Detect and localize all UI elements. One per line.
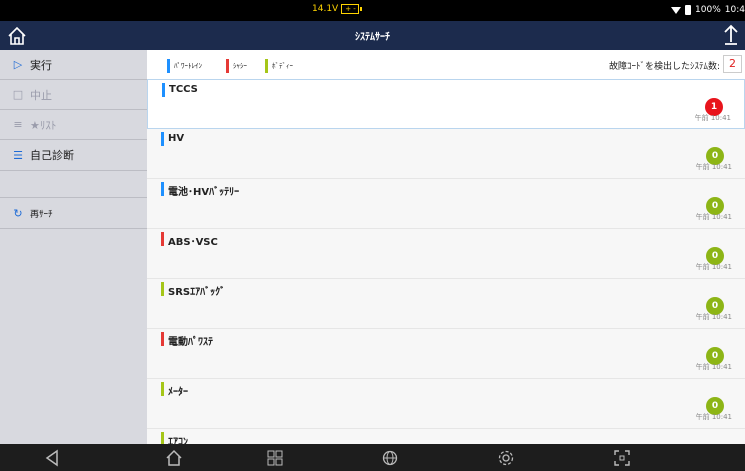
battery-percent: 100% xyxy=(695,5,721,15)
category-marker xyxy=(161,232,164,246)
sidebar-item-label: 実行 xyxy=(30,58,52,72)
legend-powertrain: ﾊﾟﾜｰﾄﾚｲﾝ xyxy=(167,59,202,73)
system-name: ﾒｰﾀｰ xyxy=(168,387,188,398)
legend-swatch xyxy=(265,59,268,73)
scan-time: 午前 10:41 xyxy=(694,114,731,122)
sidebar-spacer xyxy=(0,171,147,198)
globe-icon[interactable] xyxy=(380,448,400,468)
page-title: ｼｽﾃﾑｻｰﾁ xyxy=(355,32,390,43)
legend-row: ﾊﾟﾜｰﾄﾚｲﾝ ｼｬｼｰ ﾎﾞﾃﾞｨｰ 故障ｺｰﾄﾞを検出したｼｽﾃﾑ数: 2 xyxy=(147,50,745,79)
sidebar-item-label: 再ｻｰﾁ xyxy=(30,209,53,220)
system-list: TCCS 1 午前 10:41 HV 0 午前 10:41 電池･HVﾊﾞｯﾃﾘ… xyxy=(147,79,745,444)
sidebar-item-research[interactable]: ↻ 再ｻｰﾁ xyxy=(0,198,147,229)
menu-icon: ≡ xyxy=(13,118,23,131)
scan-time: 午前 10:41 xyxy=(695,213,732,221)
system-name: HV xyxy=(168,133,185,144)
stop-icon: □ xyxy=(12,88,24,101)
car-battery-icon: + - xyxy=(341,4,363,14)
back-icon[interactable] xyxy=(42,448,62,468)
sidebar-item-label: 中止 xyxy=(30,88,52,102)
legend-label: ｼｬｼｰ xyxy=(233,62,247,70)
scan-time: 午前 10:41 xyxy=(695,313,732,321)
scan-time: 午前 10:41 xyxy=(695,413,732,421)
category-marker xyxy=(161,332,164,346)
play-icon: ▷ xyxy=(13,58,23,71)
battery-icon xyxy=(685,5,692,15)
main-panel: ﾊﾟﾜｰﾄﾚｲﾝ ｼｬｼｰ ﾎﾞﾃﾞｨｰ 故障ｺｰﾄﾞを検出したｼｽﾃﾑ数: 2… xyxy=(147,50,745,444)
sidebar-item-stop: □ 中止 xyxy=(0,80,147,110)
fault-count-label: 故障ｺｰﾄﾞを検出したｼｽﾃﾑ数: xyxy=(608,62,720,72)
system-row-srs-airbag[interactable]: SRSｴｱﾊﾞｯｸﾞ 0 午前 10:41 xyxy=(147,279,745,329)
screenshot-icon[interactable] xyxy=(612,448,632,468)
list-icon: ☰ xyxy=(13,148,23,162)
category-marker xyxy=(161,132,164,146)
system-row-aircon[interactable]: ｴｱｺﾝ 0 xyxy=(147,429,745,444)
system-row-hv[interactable]: HV 0 午前 10:41 xyxy=(147,129,745,179)
title-bar: ｼｽﾃﾑｻｰﾁ xyxy=(0,21,745,50)
category-marker xyxy=(162,83,165,97)
system-name: 電池･HVﾊﾞｯﾃﾘｰ xyxy=(168,187,240,198)
legend-swatch xyxy=(167,59,170,73)
system-row-abs-vsc[interactable]: ABS･VSC 0 午前 10:41 xyxy=(147,229,745,279)
refresh-icon: ↻ xyxy=(13,206,23,220)
system-row-hv-battery[interactable]: 電池･HVﾊﾞｯﾃﾘｰ 0 午前 10:41 xyxy=(147,179,745,229)
system-name: ABS･VSC xyxy=(168,237,218,248)
system-row-tccs[interactable]: TCCS 1 午前 10:41 xyxy=(147,79,745,129)
navigation-bar xyxy=(0,444,745,471)
scan-time: 午前 10:41 xyxy=(695,263,732,271)
fault-count-value: 2 xyxy=(723,55,742,73)
home-icon[interactable] xyxy=(164,448,184,468)
settings-icon[interactable] xyxy=(496,448,516,468)
scan-time: 午前 10:41 xyxy=(695,363,732,371)
voltage-value: 14.1V xyxy=(312,4,339,14)
system-row-meter[interactable]: ﾒｰﾀｰ 0 午前 10:41 xyxy=(147,379,745,429)
legend-body: ﾎﾞﾃﾞｨｰ xyxy=(265,59,293,73)
sidebar-item-star-list: ≡ ★ﾘｽﾄ xyxy=(0,110,147,140)
voltage-indicator: 14.1V + - xyxy=(312,4,363,14)
sidebar-item-self-diagnosis[interactable]: ☰ 自己診断 xyxy=(0,140,147,171)
wifi-icon xyxy=(671,6,682,14)
sidebar: ▷ 実行 □ 中止 ≡ ★ﾘｽﾄ ☰ 自己診断 ↻ 再ｻｰﾁ xyxy=(0,50,147,444)
status-bar: 14.1V + - 100% 10:4 xyxy=(0,0,745,21)
system-status: 100% 10:4 xyxy=(671,5,745,15)
legend-label: ﾎﾞﾃﾞｨｰ xyxy=(272,62,293,70)
clock: 10:4 xyxy=(724,5,745,15)
category-marker xyxy=(161,382,164,396)
sidebar-item-label: ★ﾘｽﾄ xyxy=(30,118,57,132)
apps-icon[interactable] xyxy=(265,448,285,468)
category-marker xyxy=(161,182,164,196)
system-name: SRSｴｱﾊﾞｯｸﾞ xyxy=(168,287,226,298)
legend-label: ﾊﾟﾜｰﾄﾚｲﾝ xyxy=(174,62,202,70)
upload-icon[interactable] xyxy=(723,24,739,46)
legend-chassis: ｼｬｼｰ xyxy=(226,59,247,73)
category-marker xyxy=(161,282,164,296)
system-name: TCCS xyxy=(169,84,198,95)
sidebar-item-run[interactable]: ▷ 実行 xyxy=(0,50,147,80)
category-marker xyxy=(161,432,164,444)
system-row-power-steering[interactable]: 電動ﾊﾟﾜｽﾃ 0 午前 10:41 xyxy=(147,329,745,379)
sidebar-item-label: 自己診断 xyxy=(30,149,74,162)
system-name: ｴｱｺﾝ xyxy=(168,437,188,444)
scan-time: 午前 10:41 xyxy=(695,163,732,171)
system-name: 電動ﾊﾟﾜｽﾃ xyxy=(168,337,213,348)
legend-swatch xyxy=(226,59,229,73)
